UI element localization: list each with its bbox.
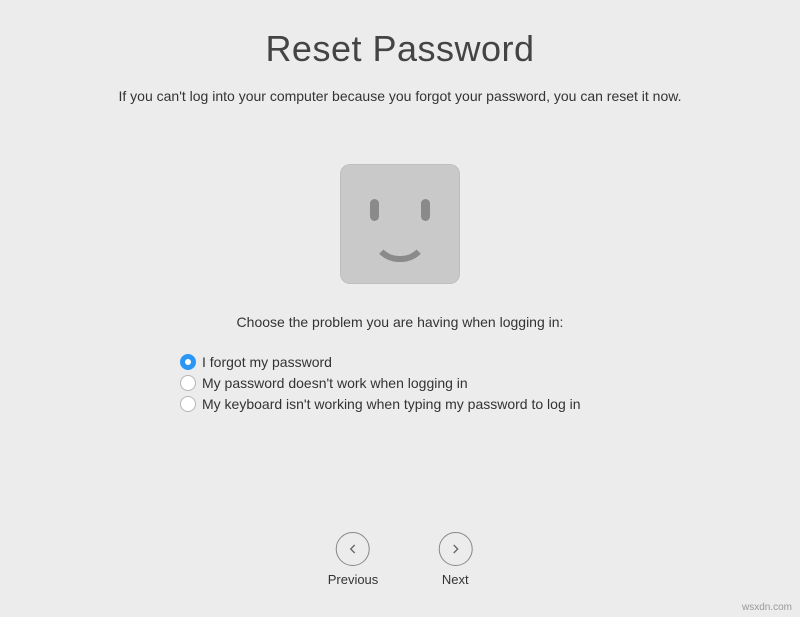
radio-icon[interactable] — [180, 354, 196, 370]
radio-icon[interactable] — [180, 396, 196, 412]
previous-label: Previous — [328, 572, 379, 587]
options-prompt: Choose the problem you are having when l… — [237, 314, 564, 330]
reset-password-panel: Reset Password If you can't log into you… — [0, 0, 800, 617]
option-password-not-working[interactable]: My password doesn't work when logging in — [180, 375, 620, 391]
next-label: Next — [442, 572, 469, 587]
page-subtitle: If you can't log into your computer beca… — [119, 88, 682, 104]
page-title: Reset Password — [265, 28, 534, 70]
radio-icon[interactable] — [180, 375, 196, 391]
next-button[interactable]: Next — [438, 532, 472, 587]
option-label: I forgot my password — [202, 354, 332, 370]
watermark: wsxdn.com — [742, 602, 792, 613]
arrow-left-icon — [336, 532, 370, 566]
arrow-right-icon — [438, 532, 472, 566]
option-forgot-password[interactable]: I forgot my password — [180, 354, 620, 370]
option-keyboard-not-working[interactable]: My keyboard isn't working when typing my… — [180, 396, 620, 412]
option-label: My keyboard isn't working when typing my… — [202, 396, 581, 412]
previous-button[interactable]: Previous — [328, 532, 379, 587]
finder-face-icon — [340, 164, 460, 284]
option-label: My password doesn't work when logging in — [202, 375, 468, 391]
options-group: I forgot my password My password doesn't… — [180, 354, 620, 412]
navigation-buttons: Previous Next — [328, 532, 473, 587]
